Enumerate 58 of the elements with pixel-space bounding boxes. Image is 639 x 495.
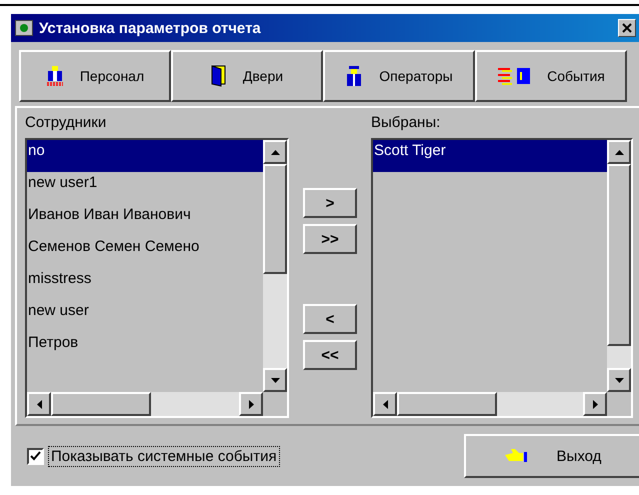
scroll-down-button[interactable]: [263, 368, 287, 392]
list-item[interactable]: no: [27, 140, 263, 172]
list-label: Сотрудники: [25, 114, 108, 133]
scroll-thumb[interactable]: [607, 164, 631, 346]
scroll-thumb[interactable]: [263, 164, 287, 274]
toolbar-button[interactable]: События: [475, 50, 627, 102]
event-list-icon: [497, 66, 532, 86]
check-icon: [30, 450, 41, 462]
scroll-right-button[interactable]: [239, 392, 263, 416]
scroll-left-button[interactable]: [27, 392, 51, 416]
down-arrow-icon: [614, 378, 624, 382]
list-item[interactable]: new user: [27, 300, 263, 332]
down-arrow-icon: [270, 378, 280, 382]
left-arrow-icon: [382, 400, 388, 408]
toolbar-button[interactable]: Двери: [171, 50, 323, 102]
exit-button[interactable]: Выход: [464, 434, 639, 478]
move-button[interactable]: <: [303, 304, 357, 334]
move-button[interactable]: >>: [303, 224, 357, 254]
move-button[interactable]: <<: [303, 340, 357, 370]
scroll-down-button[interactable]: [607, 368, 631, 392]
scroll-left-button[interactable]: [373, 392, 397, 416]
system-events-checkbox[interactable]: Показывать системные события: [27, 446, 464, 466]
list-item[interactable]: new user1: [27, 172, 263, 204]
list-item[interactable]: Петров: [27, 332, 263, 364]
close-button[interactable]: [618, 19, 636, 37]
list-item[interactable]: Иванов Иван Иванович: [27, 204, 263, 236]
door-icon: [210, 65, 227, 87]
scroll-up-button[interactable]: [607, 140, 631, 164]
person-icon: [46, 66, 64, 86]
person-icon: [345, 66, 364, 86]
app-icon: [15, 20, 33, 36]
left-arrow-icon: [36, 400, 42, 408]
list-label: Выбраны:: [371, 114, 442, 133]
right-arrow-icon: [248, 400, 254, 408]
up-arrow-icon: [270, 150, 280, 154]
window-title: Установка параметров отчета: [39, 20, 262, 36]
list-item[interactable]: Семенов Семен Семено: [27, 236, 263, 268]
hand-pointer-icon: [504, 449, 527, 463]
vertical-scrollbar[interactable]: [263, 140, 287, 392]
move-button[interactable]: >: [303, 188, 357, 218]
vertical-scrollbar[interactable]: [607, 140, 631, 392]
checkbox-label: Показывать системные события: [48, 446, 280, 466]
list-item[interactable]: misstress: [27, 268, 263, 300]
checkbox[interactable]: [27, 448, 44, 464]
right-arrow-icon: [592, 400, 598, 408]
selected-list[interactable]: Scott Tiger: [371, 138, 633, 418]
close-icon: [621, 22, 633, 34]
list-item[interactable]: Scott Tiger: [373, 140, 607, 172]
up-arrow-icon: [614, 150, 624, 154]
horizontal-scrollbar[interactable]: [373, 392, 607, 416]
horizontal-scrollbar[interactable]: [27, 392, 263, 416]
toolbar-button[interactable]: Операторы: [323, 50, 475, 102]
employee-list[interactable]: no new user1 Иванов Иван Иванович Семенов Семен Семено misstress new user Петров: [25, 138, 289, 418]
scroll-thumb[interactable]: [397, 392, 497, 416]
scroll-thumb[interactable]: [51, 392, 151, 416]
toolbar-button[interactable]: Персонал: [19, 50, 171, 102]
scroll-right-button[interactable]: [583, 392, 607, 416]
scroll-up-button[interactable]: [263, 140, 287, 164]
